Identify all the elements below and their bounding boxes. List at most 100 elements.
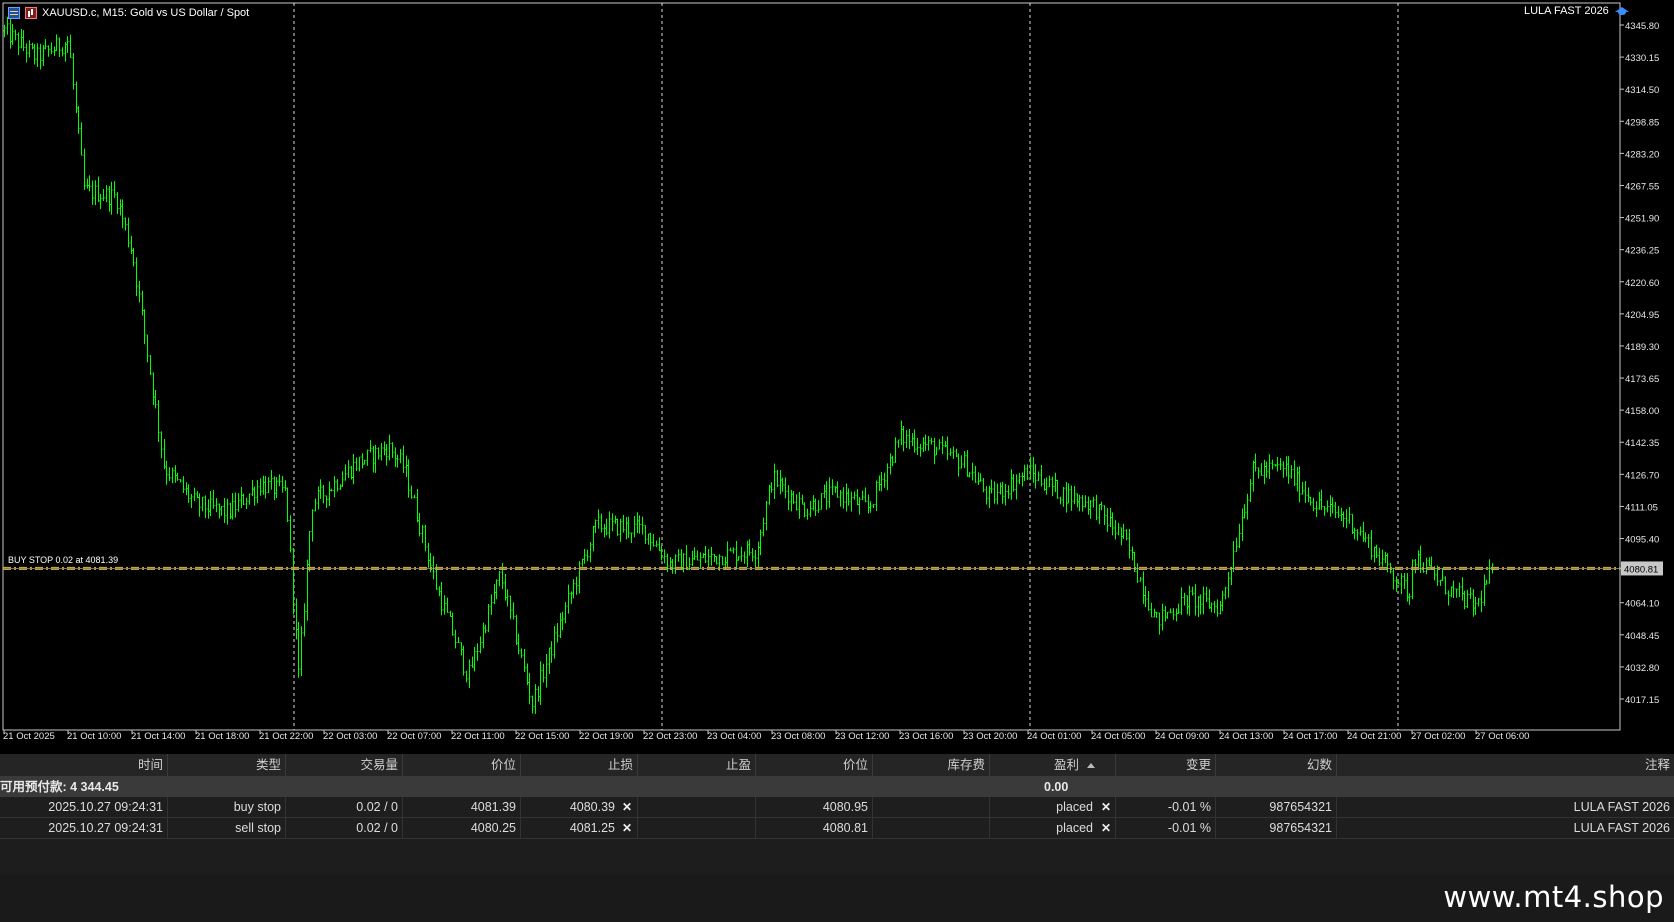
col-swap[interactable]: 库存费 (873, 754, 990, 776)
price-bar (110, 181, 113, 215)
cancel-order-icon[interactable]: ✕ (1099, 797, 1113, 817)
price-bar (363, 459, 366, 465)
price-bar (69, 34, 72, 59)
trade-table[interactable]: 时间 类型 交易量 价位 止损 止盈 价位 库存费 盈利 变更 幻数 注释 可用… (0, 754, 1674, 922)
col-time[interactable]: 时间 (28, 754, 168, 776)
price-bar (704, 545, 707, 563)
ea-name: LULA FAST 2026 (1524, 5, 1609, 17)
price-bar (1279, 457, 1282, 470)
price-bar (119, 199, 122, 216)
price-bar (658, 537, 661, 552)
col-volume[interactable]: 交易量 (286, 754, 403, 776)
col-price[interactable]: 价位 (403, 754, 521, 776)
cell-time: 2025.10.27 09:24:31 (28, 797, 168, 817)
col-type[interactable]: 类型 (168, 754, 286, 776)
price-bar (957, 453, 960, 477)
cancel-order-icon[interactable]: ✕ (1099, 818, 1113, 838)
price-bar (1417, 550, 1420, 569)
price-bar (770, 482, 773, 493)
order-line-label: BUY STOP 0.02 at 4081.39 (8, 555, 119, 566)
price-bar (358, 456, 361, 472)
price-bar (473, 646, 476, 672)
price-bar (1293, 460, 1296, 486)
cell-tp[interactable] (638, 797, 756, 817)
price-bar (1367, 534, 1370, 549)
price-bar (520, 648, 523, 659)
price-bar (869, 501, 872, 513)
table-row[interactable]: 2025.10.27 09:24:31 sell stop 0.02 / 0 4… (0, 818, 1674, 839)
price-bar (77, 106, 80, 134)
cell-magic: 987654321 (1216, 818, 1337, 838)
expert-advisor-label[interactable]: LULA FAST 2026 (1524, 5, 1630, 17)
price-bar (1106, 508, 1109, 532)
x-tick-label: 22 Oct 07:00 (387, 731, 441, 742)
price-bar (1414, 559, 1417, 574)
price-bar (806, 508, 809, 520)
chart-canvas[interactable]: 4345.80 4330.15 4314.50 4298.85 4283.20 4267.… (0, 0, 1674, 752)
price-bar (1483, 574, 1486, 606)
col-magic[interactable]: 幻数 (1216, 754, 1337, 776)
price-bar (781, 477, 784, 492)
price-bar (300, 626, 303, 677)
remove-sl-icon[interactable]: ✕ (620, 818, 634, 838)
price-bar (369, 440, 372, 453)
price-bar (1480, 590, 1483, 613)
price-bar (314, 498, 317, 512)
price-bar (22, 30, 25, 52)
y-tick-label: 4236.25 (1625, 246, 1659, 257)
price-bar (229, 502, 232, 520)
price-bar (306, 559, 309, 621)
col-cur-price[interactable]: 价位 (756, 754, 873, 776)
price-bar (1227, 571, 1230, 598)
col-sl[interactable]: 止损 (521, 754, 638, 776)
price-bar (559, 612, 562, 638)
price-bar (1318, 491, 1321, 510)
price-bar (94, 180, 97, 206)
price-bar (1403, 573, 1406, 589)
grid-icon[interactable] (8, 7, 20, 19)
price-bar (1117, 522, 1120, 536)
x-tick-label: 23 Oct 12:00 (835, 731, 889, 742)
price-bar (1334, 501, 1337, 519)
cell-tp[interactable] (638, 818, 756, 838)
price-bar (1488, 559, 1491, 584)
price-bar (438, 586, 441, 597)
bars-icon[interactable] (25, 7, 37, 19)
price-bar (924, 434, 927, 451)
price-chart[interactable]: 4345.80 4330.15 4314.50 4298.85 4283.20 4267.… (0, 0, 1674, 752)
price-bar (83, 148, 86, 190)
price-bar (1219, 600, 1222, 615)
price-bar (132, 247, 135, 267)
price-bar (1221, 590, 1224, 612)
price-bar (611, 513, 614, 532)
cell-profit: placed (990, 797, 1116, 817)
price-bar (344, 464, 347, 481)
y-tick-label: 4064.10 (1625, 599, 1659, 610)
col-tp[interactable]: 止盈 (638, 754, 756, 776)
price-bar (729, 547, 732, 552)
price-bar (174, 465, 177, 483)
price-bar (803, 502, 806, 518)
price-bar (1125, 529, 1128, 541)
price-bar (267, 477, 270, 494)
price-bar (905, 430, 908, 448)
price-bar (619, 518, 622, 542)
col-comment[interactable]: 注释 (1337, 754, 1674, 776)
price-bar (42, 45, 45, 67)
table-row[interactable]: 2025.10.27 09:24:31 buy stop 0.02 / 0 40… (0, 797, 1674, 818)
price-bar (424, 524, 427, 552)
price-bar (102, 189, 105, 201)
price-bar (1375, 544, 1378, 558)
y-tick-label: 4220.60 (1625, 278, 1659, 289)
price-bar (647, 533, 650, 545)
price-bar (1089, 500, 1092, 519)
price-bar (72, 53, 75, 90)
remove-sl-icon[interactable]: ✕ (620, 797, 634, 817)
col-change[interactable]: 变更 (1116, 754, 1216, 776)
price-bar (1447, 590, 1450, 606)
price-bar (614, 515, 617, 524)
price-bar (776, 469, 779, 488)
col-profit[interactable]: 盈利 (990, 754, 1116, 776)
price-bar (1183, 592, 1186, 606)
price-bar (1359, 526, 1362, 536)
